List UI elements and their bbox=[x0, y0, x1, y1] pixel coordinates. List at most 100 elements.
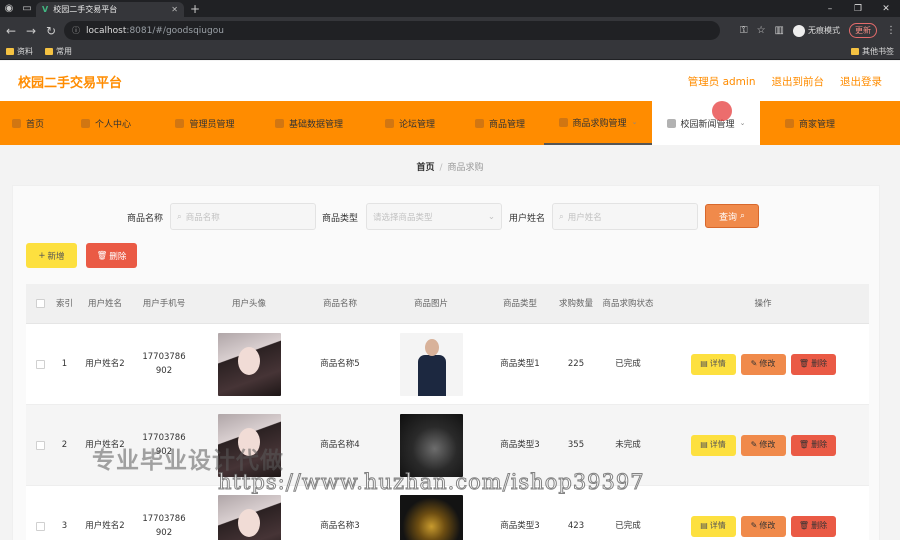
forward-icon[interactable]: → bbox=[24, 24, 38, 38]
app-header: 校园二手交易平台 管理员 admin 退出到前台 退出登录 bbox=[0, 61, 900, 101]
select-all-checkbox[interactable] bbox=[35, 299, 45, 308]
delete-button[interactable]: 🗑 删除 bbox=[790, 515, 836, 537]
cell-index: 3 bbox=[61, 521, 68, 531]
other-bookmarks[interactable]: 其他书签 bbox=[851, 46, 894, 57]
plus-icon: + bbox=[38, 250, 46, 261]
nav-merchant[interactable]: 商家管理 bbox=[760, 101, 860, 145]
nav-home[interactable]: 首页 bbox=[0, 101, 56, 145]
bookmarks-bar: 资料 常用 其他书签 bbox=[0, 44, 900, 60]
edit-button[interactable]: ✎ 修改 bbox=[740, 434, 786, 456]
forum-icon bbox=[384, 118, 394, 128]
nav-forum[interactable]: 论坛管理 bbox=[364, 101, 456, 145]
new-tab-icon[interactable]: + bbox=[190, 2, 200, 17]
pencil-icon: ✎ bbox=[750, 359, 758, 368]
address-bar[interactable]: ⓘ localhost:8081/#/goodsqiugou bbox=[64, 21, 720, 40]
edit-button[interactable]: ✎ 修改 bbox=[740, 515, 786, 537]
nav-label: 管理员管理 bbox=[189, 119, 235, 130]
remove-label: 删除 bbox=[811, 521, 828, 530]
news-icon bbox=[666, 118, 676, 128]
home-icon bbox=[11, 118, 21, 128]
batch-delete-button[interactable]: 🗑 删除 bbox=[86, 243, 137, 268]
chevron-down-icon: ⌄ bbox=[487, 211, 495, 222]
goods-type-select[interactable]: 请选择商品类型 ⌄ bbox=[366, 203, 502, 230]
search-icon: ⌕ bbox=[559, 211, 564, 222]
delete-label: 删除 bbox=[109, 251, 127, 262]
query-button[interactable]: 查询 ⌕ bbox=[705, 204, 759, 228]
nav-label: 个人中心 bbox=[94, 119, 131, 130]
detail-button[interactable]: ▤ 详情 bbox=[690, 434, 736, 456]
mouse-cursor-indicator bbox=[712, 101, 732, 121]
nav-label: 论坛管理 bbox=[398, 119, 435, 130]
goods-name-input[interactable]: ⌕ 商品名称 bbox=[170, 203, 316, 230]
row-select-cell bbox=[26, 440, 54, 450]
detail-button[interactable]: ▤ 详情 bbox=[690, 353, 736, 375]
user-avatar-image bbox=[217, 332, 281, 396]
key-icon[interactable]: ⚿ bbox=[740, 25, 748, 36]
cell-status: 已完成 bbox=[615, 359, 641, 369]
row-checkbox[interactable] bbox=[35, 359, 45, 369]
nav-goods[interactable]: 商品管理 bbox=[456, 101, 544, 145]
breadcrumb-home[interactable]: 首页 bbox=[416, 163, 434, 173]
goods-image bbox=[399, 494, 463, 540]
close-window-icon[interactable]: ✕ bbox=[872, 0, 900, 17]
shop-icon bbox=[784, 118, 794, 128]
cell-goods-image bbox=[375, 494, 487, 540]
detail-label: 详情 bbox=[709, 521, 726, 530]
cell-quantity: 423 bbox=[567, 521, 585, 531]
nav-label: 商品管理 bbox=[488, 119, 525, 130]
table-body: 1 用户姓名2 17703786902 商品名称5 商品类型1 225 已完成 ▤ 详情 ✎ 修改 🗑… bbox=[26, 324, 869, 540]
edit-button[interactable]: ✎ 修改 bbox=[740, 353, 786, 375]
star-icon[interactable]: ☆ bbox=[757, 25, 766, 36]
more-menu-icon[interactable]: ⋮ bbox=[886, 25, 896, 36]
browser-tab[interactable]: V 校园二手交易平台 ✕ bbox=[36, 2, 184, 17]
nav-campus-news[interactable]: 校园新闻管理 ⌄ bbox=[652, 101, 760, 145]
edit-label: 修改 bbox=[759, 440, 776, 449]
row-checkbox[interactable] bbox=[35, 521, 45, 531]
cell-goods-type: 商品类型3 bbox=[500, 440, 540, 450]
delete-button[interactable]: 🗑 删除 bbox=[790, 434, 836, 456]
pencil-icon: ✎ bbox=[750, 440, 758, 449]
user-name-input[interactable]: ⌕ 用户姓名 bbox=[552, 203, 698, 230]
admin-link[interactable]: 管理员 admin bbox=[688, 74, 756, 89]
nav-profile[interactable]: 个人中心 bbox=[56, 101, 156, 145]
bookmark-label: 其他书签 bbox=[862, 47, 894, 56]
minimize-icon[interactable]: – bbox=[816, 0, 844, 17]
update-button[interactable]: 更新 bbox=[849, 23, 877, 38]
bookmark-label: 常用 bbox=[56, 47, 72, 56]
bookmark-folder[interactable]: 常用 bbox=[45, 46, 72, 57]
cell-user-avatar bbox=[193, 332, 305, 396]
delete-button[interactable]: 🗑 删除 bbox=[790, 353, 836, 375]
url-host: localhost bbox=[86, 25, 127, 36]
goods-name-label: 商品名称 bbox=[127, 214, 164, 224]
back-icon[interactable]: ← bbox=[4, 24, 18, 38]
doc-icon: ▤ bbox=[700, 359, 708, 368]
browser-menu-icon[interactable]: ◉ bbox=[0, 0, 18, 17]
exit-to-front-link[interactable]: 退出到前台 bbox=[772, 74, 825, 89]
nav-admin[interactable]: 管理员管理 bbox=[156, 101, 254, 145]
maximize-icon[interactable]: ❐ bbox=[844, 0, 872, 17]
row-checkbox[interactable] bbox=[35, 440, 45, 450]
close-tab-icon[interactable]: ✕ bbox=[171, 5, 178, 14]
select-all-cell bbox=[26, 299, 54, 308]
cell-actions: ▤ 详情 ✎ 修改 🗑 删除 bbox=[657, 434, 869, 456]
cart-icon bbox=[558, 117, 568, 127]
nav-basic-data[interactable]: 基础数据管理 bbox=[254, 101, 364, 145]
cell-goods-image bbox=[375, 332, 487, 396]
user-name-label: 用户姓名 bbox=[509, 214, 546, 224]
logout-link[interactable]: 退出登录 bbox=[840, 74, 882, 89]
search-icon: ⌕ bbox=[739, 211, 746, 221]
info-icon[interactable]: ⓘ bbox=[72, 25, 80, 36]
incognito-label: 无痕模式 bbox=[808, 26, 840, 35]
breadcrumb: 首页 / 商品求购 bbox=[0, 160, 900, 173]
incognito-chip[interactable]: 无痕模式 bbox=[793, 24, 840, 37]
cell-goods-type: 商品类型3 bbox=[500, 521, 540, 531]
edit-label: 修改 bbox=[759, 359, 776, 368]
bookmark-folder[interactable]: 资料 bbox=[6, 46, 33, 57]
sidepanel-icon[interactable]: ▥ bbox=[775, 25, 784, 36]
tab-overview-icon[interactable]: ▭ bbox=[18, 0, 36, 17]
search-icon: ⌕ bbox=[177, 211, 182, 222]
add-button[interactable]: + 新增 bbox=[26, 243, 77, 268]
detail-button[interactable]: ▤ 详情 bbox=[690, 515, 736, 537]
reload-icon[interactable]: ↻ bbox=[44, 24, 58, 38]
nav-goods-purchase[interactable]: 商品求购管理 ⌄ bbox=[544, 101, 652, 145]
